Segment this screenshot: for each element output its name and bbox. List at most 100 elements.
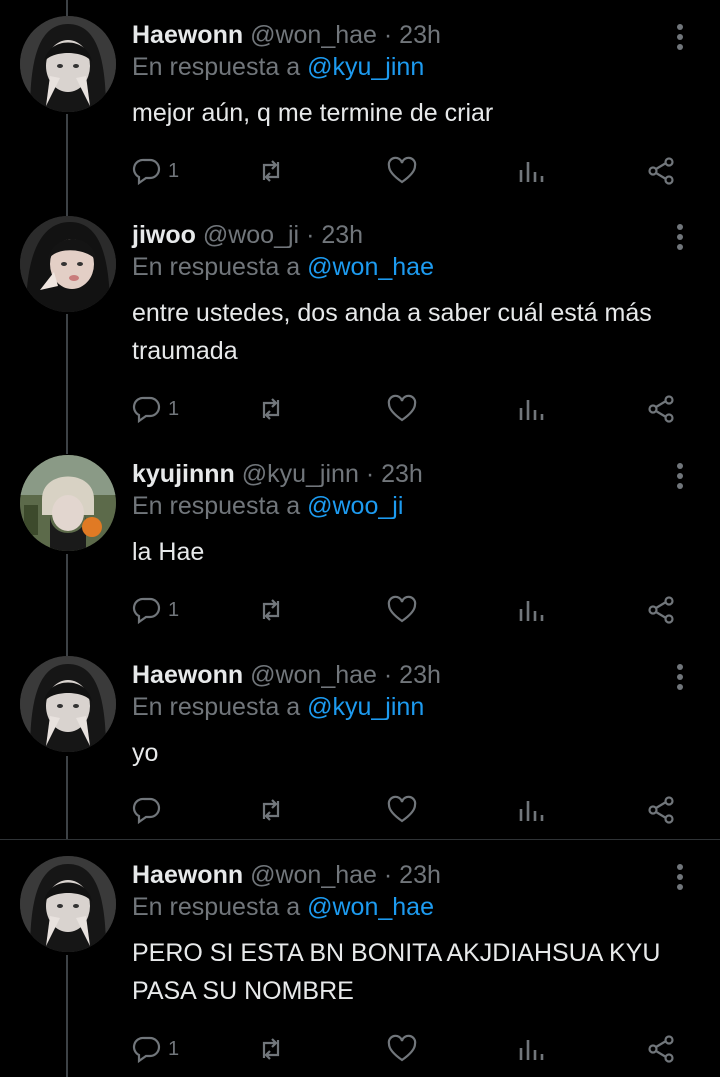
reply-count: 1 bbox=[168, 397, 180, 420]
like-button[interactable] bbox=[387, 790, 417, 830]
reply-mention-link[interactable]: @woo_ji bbox=[307, 492, 403, 520]
retweet-icon bbox=[262, 1038, 280, 1060]
analytics-icon bbox=[519, 601, 544, 621]
avatar[interactable] bbox=[20, 455, 116, 551]
retweet-button[interactable] bbox=[256, 151, 286, 191]
avatar[interactable] bbox=[20, 856, 116, 952]
share-button[interactable] bbox=[646, 1029, 676, 1069]
reply-button[interactable]: 1 bbox=[132, 590, 179, 630]
reply-mention-link[interactable]: @kyu_jinn bbox=[307, 693, 424, 721]
user-handle[interactable]: @woo_ji bbox=[203, 221, 299, 249]
reply-button[interactable] bbox=[132, 790, 168, 830]
separator-dot: · bbox=[383, 21, 393, 49]
reply-icon bbox=[132, 1036, 161, 1064]
heart-icon bbox=[387, 394, 417, 422]
tweet[interactable]: Haewonn @won_hae · 23h En respuesta a @w… bbox=[0, 840, 720, 1077]
like-button[interactable] bbox=[387, 590, 417, 630]
heart-icon bbox=[387, 795, 417, 823]
share-icon bbox=[648, 395, 674, 423]
action-bar: 1 bbox=[132, 590, 692, 630]
tweet[interactable]: Haewonn @won_hae · 23h En respuesta a @k… bbox=[0, 0, 720, 216]
timestamp[interactable]: 23h bbox=[381, 460, 423, 488]
separator-dot: · bbox=[383, 661, 393, 689]
timestamp[interactable]: 23h bbox=[399, 861, 441, 889]
more-options-icon[interactable] bbox=[668, 20, 692, 54]
avatar-haewonn-image bbox=[20, 656, 116, 752]
analytics-icon bbox=[519, 400, 544, 420]
heart-icon bbox=[387, 1034, 417, 1062]
like-button[interactable] bbox=[387, 1029, 417, 1069]
tweet-text: la Hae bbox=[132, 538, 205, 566]
display-name[interactable]: Haewonn bbox=[132, 21, 243, 49]
more-options-icon[interactable] bbox=[668, 459, 692, 493]
retweet-icon bbox=[262, 160, 280, 182]
avatar-haewonn-image bbox=[20, 856, 116, 952]
reply-mention-link[interactable]: @kyu_jinn bbox=[307, 53, 424, 81]
more-options-icon[interactable] bbox=[668, 860, 692, 894]
tweet-text: PERO SI ESTA BN BONITA AKJDIAHSUA KYU PA… bbox=[132, 939, 661, 1005]
reply-button[interactable]: 1 bbox=[132, 389, 179, 429]
like-button[interactable] bbox=[387, 151, 417, 191]
share-button[interactable] bbox=[646, 590, 676, 630]
like-button[interactable] bbox=[387, 389, 417, 429]
reply-mention-link[interactable]: @won_hae bbox=[307, 253, 434, 281]
share-icon bbox=[648, 596, 674, 624]
analytics-icon bbox=[519, 1040, 544, 1060]
timestamp[interactable]: 23h bbox=[321, 221, 363, 249]
display-name[interactable]: kyujinnn bbox=[132, 460, 235, 488]
share-icon bbox=[648, 796, 674, 824]
avatar-haewonn-image bbox=[20, 16, 116, 112]
user-handle[interactable]: @won_hae bbox=[250, 661, 377, 689]
display-name[interactable]: Haewonn bbox=[132, 861, 243, 889]
heart-icon bbox=[387, 595, 417, 623]
display-name[interactable]: jiwoo bbox=[132, 221, 196, 249]
more-options-icon[interactable] bbox=[668, 220, 692, 254]
user-handle[interactable]: @won_hae bbox=[250, 861, 377, 889]
share-icon bbox=[648, 1035, 674, 1063]
retweet-button[interactable] bbox=[256, 389, 286, 429]
tweet-text: entre ustedes, dos anda a saber cuál est… bbox=[132, 299, 652, 365]
views-button[interactable] bbox=[517, 389, 547, 429]
display-name[interactable]: Haewonn bbox=[132, 661, 243, 689]
retweet-icon bbox=[262, 599, 280, 621]
views-button[interactable] bbox=[517, 590, 547, 630]
separator-dot: · bbox=[306, 221, 315, 249]
views-button[interactable] bbox=[517, 151, 547, 191]
reply-button[interactable]: 1 bbox=[132, 151, 179, 191]
avatar[interactable] bbox=[20, 216, 116, 312]
more-options-icon[interactable] bbox=[668, 660, 692, 694]
action-bar: 1 bbox=[132, 389, 692, 429]
reply-mention-link[interactable]: @won_hae bbox=[307, 893, 434, 921]
reply-count: 1 bbox=[168, 159, 180, 182]
share-button[interactable] bbox=[646, 790, 676, 830]
reply-icon bbox=[132, 396, 161, 424]
reply-button[interactable]: 1 bbox=[132, 1029, 179, 1069]
user-handle[interactable]: @kyu_jinn bbox=[242, 460, 359, 488]
avatar[interactable] bbox=[20, 656, 116, 752]
views-button[interactable] bbox=[517, 1029, 547, 1069]
retweet-button[interactable] bbox=[256, 590, 286, 630]
tweet[interactable]: kyujinnn @kyu_jinn · 23h En respuesta a … bbox=[0, 439, 720, 655]
reply-prefix: En respuesta a bbox=[132, 53, 301, 81]
action-bar: 1 bbox=[132, 1029, 692, 1069]
analytics-icon bbox=[519, 162, 544, 182]
share-button[interactable] bbox=[646, 151, 676, 191]
reply-prefix: En respuesta a bbox=[132, 693, 301, 721]
reply-icon bbox=[132, 597, 161, 625]
retweet-button[interactable] bbox=[256, 1029, 286, 1069]
avatar[interactable] bbox=[20, 16, 116, 112]
separator-dot: · bbox=[383, 861, 393, 889]
tweet[interactable]: jiwoo @woo_ji · 23h En respuesta a @won_… bbox=[0, 200, 720, 454]
avatar-kyujinnn-image bbox=[20, 455, 116, 551]
retweet-icon bbox=[262, 398, 280, 420]
retweet-button[interactable] bbox=[256, 790, 286, 830]
timestamp[interactable]: 23h bbox=[399, 661, 441, 689]
share-button[interactable] bbox=[646, 389, 676, 429]
action-bar: 1 bbox=[132, 151, 692, 191]
tweet[interactable]: Haewonn @won_hae · 23h En respuesta a @k… bbox=[0, 640, 720, 839]
user-handle[interactable]: @won_hae bbox=[250, 21, 377, 49]
reply-prefix: En respuesta a bbox=[132, 253, 301, 281]
tweet-text: yo bbox=[132, 739, 159, 767]
timestamp[interactable]: 23h bbox=[399, 21, 441, 49]
views-button[interactable] bbox=[517, 790, 547, 830]
